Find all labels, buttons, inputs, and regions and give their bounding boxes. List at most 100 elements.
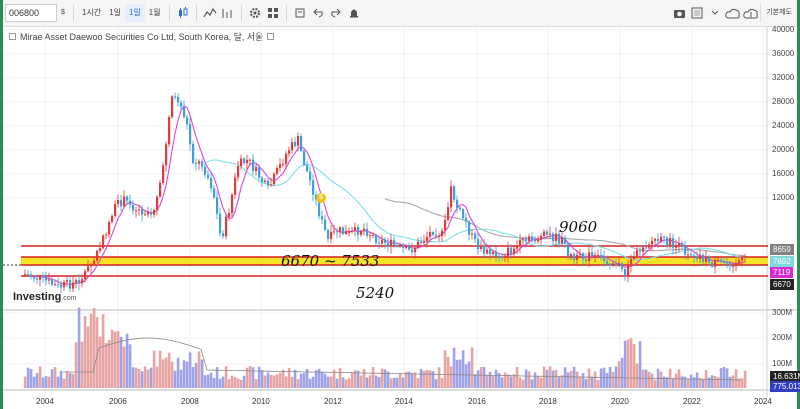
volume-bar [218,378,222,388]
volume-bar [128,344,132,388]
alert-icon[interactable] [291,4,309,22]
redo-icon[interactable] [327,4,345,22]
interval-button-1m[interactable]: 1월 [145,4,165,22]
volume-bar [74,342,78,388]
volume-bar [374,375,378,388]
candle-body [330,232,333,239]
candle-body [411,249,414,253]
interval-button-1h[interactable]: 1시간 [78,4,105,22]
volume-bar [491,375,495,388]
candle-body [717,259,720,261]
cloud-download-icon[interactable] [742,4,760,22]
candle-body [627,265,630,276]
symbol-dropdown[interactable]: $ [57,4,69,22]
volume-bar [188,352,192,388]
dividend-marker[interactable]: $ [316,193,326,203]
candle-body [384,239,387,243]
interval-button-1d[interactable]: 1일 [105,4,125,22]
volume-bar [32,376,36,388]
candle-body [72,282,75,289]
volume-bar [563,367,567,388]
volume-bar [686,378,690,388]
candle-body [417,241,420,248]
volume-bar [461,350,465,388]
volume-tag: 775.013 [770,381,800,392]
volume-tick: 300M [772,308,793,317]
candle-body [681,243,684,246]
volume-bar [488,372,492,388]
candle-body [444,219,447,231]
candle-body [462,209,465,219]
candle-body [465,218,468,222]
gear-icon[interactable] [246,4,264,22]
volume-bar [293,369,297,388]
volume-bar [530,379,534,388]
divider [195,5,197,21]
candle-body [174,96,177,98]
cloud-upload-icon[interactable] [724,4,742,22]
volume-bar [485,375,489,388]
volume-bar [626,339,630,388]
candle-body [591,252,594,256]
price-chart[interactable]: 6670 ~ 7533 9060 5240 [3,27,797,409]
candle-body [24,273,27,275]
candle-body [651,240,654,245]
bell-icon[interactable] [345,4,363,22]
interval-button-active[interactable]: 1일 [124,4,145,22]
volume-bar [716,377,720,388]
volume-bar [143,366,147,388]
candle-body [81,279,84,284]
volume-bar [224,366,228,388]
volume-bar [182,360,186,388]
divider [168,5,170,21]
volume-bar [548,366,552,388]
candle-body [537,239,540,242]
candle-body [153,210,156,215]
candle-body [51,279,54,285]
layout-grid-icon[interactable] [264,4,282,22]
candle-body [321,216,324,220]
indicators-icon[interactable] [201,4,219,22]
volume-bar [146,369,150,388]
candle-body [39,275,42,280]
volume-bar [443,350,447,388]
candle-body [525,238,528,241]
volume-bar [545,369,549,388]
default-layout-button[interactable]: 기본제도 [760,4,797,22]
compare-icon[interactable] [219,4,237,22]
volume-bar [611,371,615,388]
moving-average-mid [204,159,746,261]
fullscreen-icon[interactable] [688,4,706,22]
chevron-down-icon[interactable] [706,4,724,22]
volume-bar [53,367,57,388]
candle-body [489,249,492,255]
logo-main: Investing [13,291,62,303]
candle-body [261,177,264,182]
candle-body [435,234,438,237]
candle-body [381,239,384,244]
candle-type-icon[interactable] [174,4,192,22]
candle-body [612,263,615,267]
candle-body [552,233,555,242]
symbol-input[interactable]: 006800 [5,4,57,22]
candle-body [129,200,132,206]
ma-mid-line [204,159,746,261]
volume-bar [416,378,420,388]
volume-bar [473,374,477,388]
camera-icon[interactable] [670,4,688,22]
candle-body [561,237,564,244]
volume-bar [593,371,597,388]
undo-icon[interactable] [309,4,327,22]
volume-bar [521,379,525,388]
volume-bar [542,366,546,388]
year-tick: 2010 [252,397,270,406]
candle-body [513,248,516,254]
volume-bar [65,370,69,388]
volume-bar [134,367,138,388]
candle-body [285,153,288,164]
volume-bar [242,375,246,388]
candle-body [168,117,171,145]
volume-bar [290,376,294,388]
candle-body [483,245,486,254]
candle-body [708,256,711,263]
